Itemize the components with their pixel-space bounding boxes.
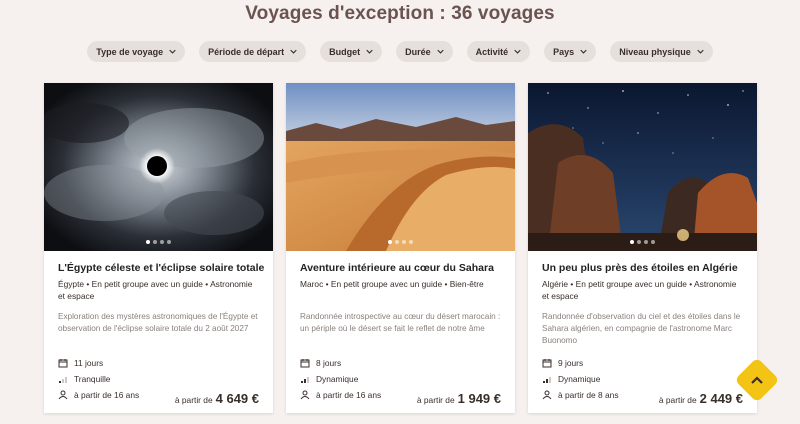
filter-periode-de-depart[interactable]: Période de départ xyxy=(199,41,307,62)
filter-label: Pays xyxy=(553,46,575,57)
carousel-dots[interactable] xyxy=(528,240,757,244)
chevron-down-icon xyxy=(436,49,444,54)
calendar-icon xyxy=(58,359,68,368)
filter-activite[interactable]: Activité xyxy=(466,41,531,62)
signal-level-icon xyxy=(543,377,551,383)
trip-image-algerie[interactable] xyxy=(528,83,757,251)
trip-age: à partir de 8 ans xyxy=(558,390,619,400)
filter-budget[interactable]: Budget xyxy=(320,41,383,62)
filter-duree[interactable]: Durée xyxy=(396,41,453,62)
chevron-down-icon xyxy=(169,49,176,54)
person-icon xyxy=(542,390,552,400)
filter-pays[interactable]: Pays xyxy=(544,41,597,62)
price-amount: 1 949 € xyxy=(457,391,501,406)
price-prefix: à partir de xyxy=(174,395,213,405)
person-icon xyxy=(58,390,68,400)
price-prefix: à partir de xyxy=(416,395,455,405)
carousel-dots[interactable] xyxy=(44,240,273,244)
chevron-up-icon xyxy=(751,376,763,384)
trip-card[interactable]: Un peu plus près des étoiles en Algérie … xyxy=(528,83,757,413)
trip-title[interactable]: Un peu plus près des étoiles en Algérie xyxy=(542,262,743,274)
trip-level: Dynamique xyxy=(558,374,601,384)
chevron-down-icon xyxy=(290,49,297,54)
filter-label: Budget xyxy=(329,46,361,57)
trip-duration: 11 jours xyxy=(74,358,104,368)
chevron-down-icon xyxy=(697,49,704,54)
trip-tags: Algérie • En petit groupe avec un guide … xyxy=(542,279,737,301)
carousel-dots[interactable] xyxy=(286,240,515,244)
trip-title[interactable]: L'Égypte céleste et l'éclipse solaire to… xyxy=(58,262,264,274)
filter-niveau-physique[interactable]: Niveau physique xyxy=(610,41,713,62)
trip-image-sahara[interactable] xyxy=(286,83,515,251)
trip-age: à partir de 16 ans xyxy=(316,390,382,400)
chevron-down-icon xyxy=(366,49,373,54)
trip-duration: 8 jours xyxy=(316,358,342,368)
calendar-icon xyxy=(300,359,310,368)
price-prefix: à partir de xyxy=(658,395,697,405)
trip-description: Randonnée d'observation du ciel et des é… xyxy=(542,312,741,345)
trip-card[interactable]: L'Égypte céleste et l'éclipse solaire to… xyxy=(44,83,273,413)
trip-image-eclipse[interactable] xyxy=(44,83,273,251)
filter-label: Niveau physique xyxy=(619,46,691,57)
person-icon xyxy=(300,390,310,400)
trip-description: Exploration des mystères astronomiques d… xyxy=(58,312,258,333)
filter-label: Durée xyxy=(405,46,431,57)
filter-label: Activité xyxy=(475,46,509,57)
trip-level: Tranquille xyxy=(74,374,111,384)
trip-age: à partir de 16 ans xyxy=(74,390,140,400)
filter-type-de-voyage[interactable]: Type de voyage xyxy=(87,41,186,62)
trip-card[interactable]: Aventure intérieure au cœur du Sahara Ma… xyxy=(286,83,515,413)
trip-description: Randonnée introspective au cœur du déser… xyxy=(300,312,501,333)
signal-level-icon xyxy=(301,377,309,383)
signal-level-icon xyxy=(59,377,67,383)
filter-label: Période de départ xyxy=(208,46,285,57)
trip-duration: 9 jours xyxy=(558,358,584,368)
chevron-down-icon xyxy=(580,49,587,54)
trip-tags: Maroc • En petit groupe avec un guide • … xyxy=(300,279,484,289)
filter-bar: Type de voyage Période de départ Budget … xyxy=(0,41,800,62)
trip-level: Dynamique xyxy=(316,374,359,384)
price-amount: 4 649 € xyxy=(215,391,259,406)
calendar-icon xyxy=(542,359,552,368)
trip-price: à partir de 2 449 € xyxy=(659,391,743,406)
trip-tags: Égypte • En petit groupe avec un guide •… xyxy=(58,279,253,301)
price-amount: 2 449 € xyxy=(699,391,743,406)
trip-price: à partir de 1 949 € xyxy=(417,391,501,406)
filter-label: Type de voyage xyxy=(96,46,164,57)
trip-price: à partir de 4 649 € xyxy=(175,391,259,406)
page-title: Voyages d'exception : 36 voyages xyxy=(245,3,555,24)
chevron-down-icon xyxy=(514,49,521,54)
trip-title[interactable]: Aventure intérieure au cœur du Sahara xyxy=(300,262,501,274)
